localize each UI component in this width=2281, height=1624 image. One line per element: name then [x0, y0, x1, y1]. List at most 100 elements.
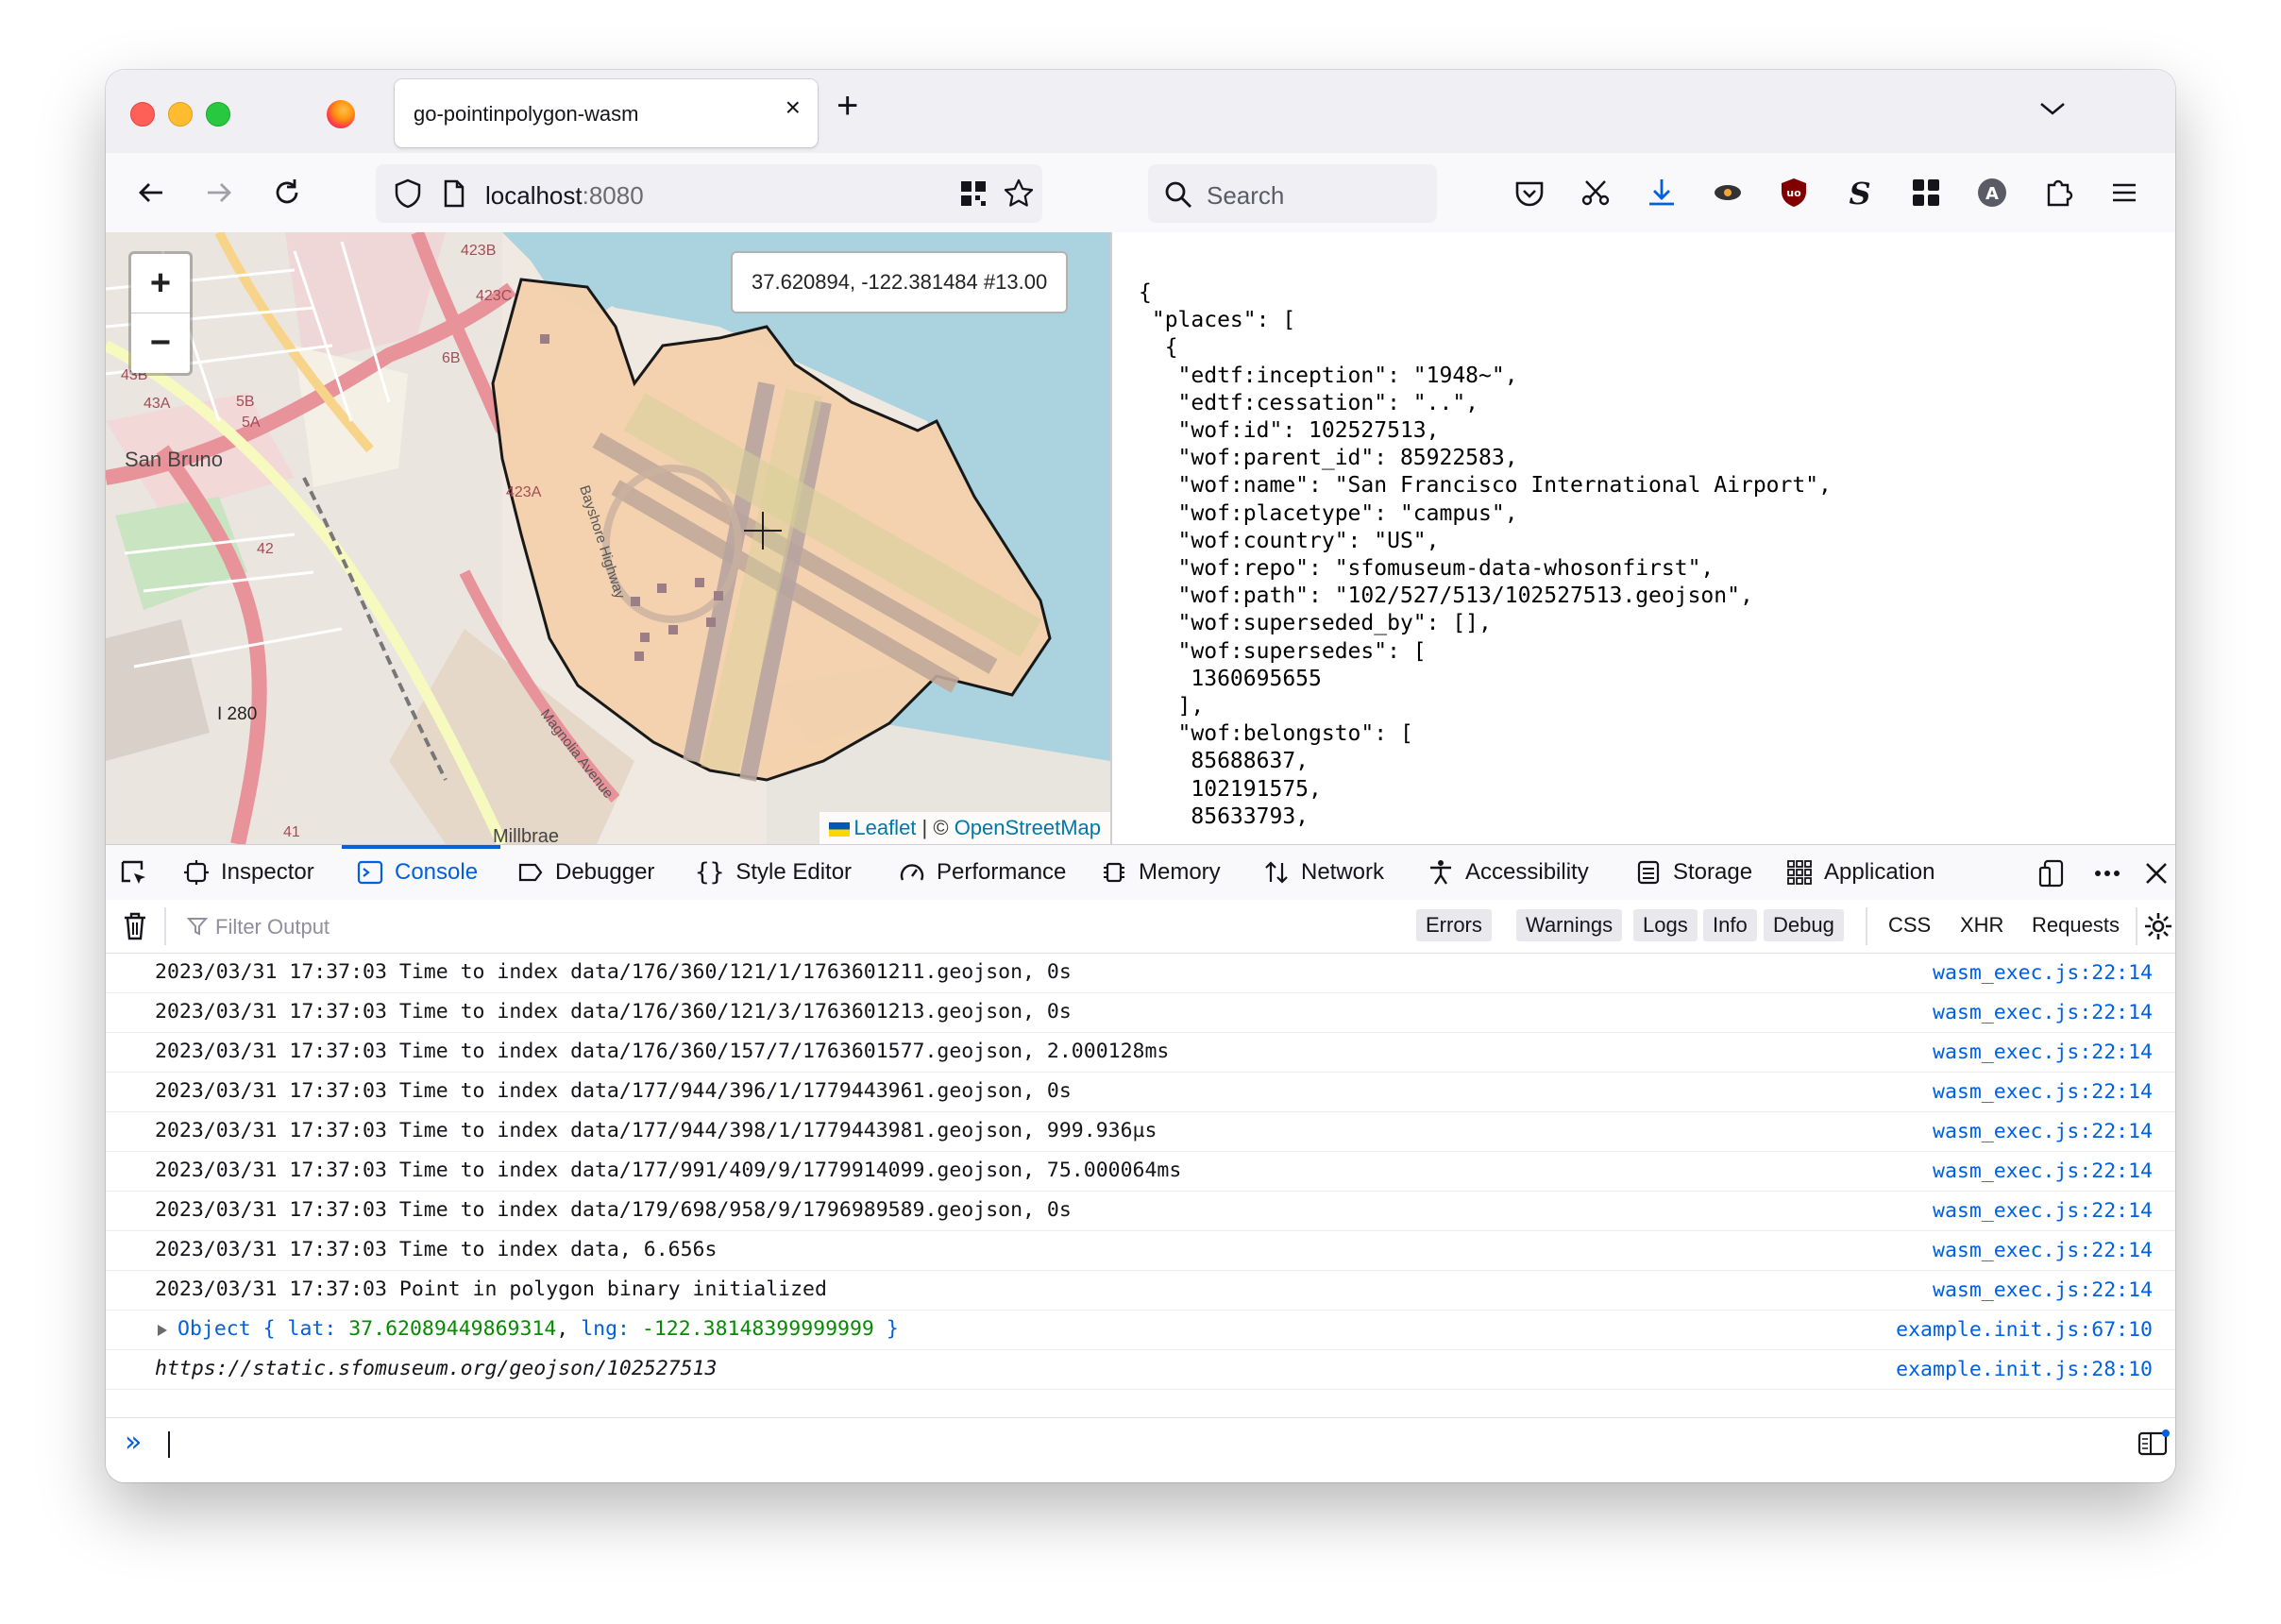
- road-label-i280: I 280: [217, 704, 257, 724]
- tab-application[interactable]: Application: [1786, 845, 1935, 900]
- trash-icon[interactable]: [121, 911, 149, 941]
- log-message: 2023/03/31 17:37:03 Time to index data/1…: [155, 1119, 1157, 1142]
- qr-code-icon[interactable]: [959, 179, 988, 208]
- close-devtools-icon[interactable]: [2141, 858, 2171, 888]
- map-attribution: Leaflet | © OpenStreetMap: [819, 812, 1110, 844]
- log-source-link[interactable]: wasm_exec.js:22:14: [1933, 1278, 2153, 1302]
- log-source-link[interactable]: example.init.js:67:10: [1896, 1318, 2153, 1342]
- close-window-button[interactable]: [130, 102, 155, 127]
- maximize-window-button[interactable]: [206, 102, 230, 127]
- exit-label-41: 41: [283, 824, 300, 840]
- tab-close-button[interactable]: ×: [786, 94, 801, 121]
- extensions-puzzle-icon[interactable]: [2041, 176, 2075, 210]
- filter-requests-button[interactable]: Requests: [2032, 909, 2120, 941]
- s-extension-icon[interactable]: S: [1843, 176, 1877, 210]
- url-text[interactable]: localhost:8080: [485, 181, 644, 211]
- exit-label-42: 42: [257, 541, 274, 557]
- filter-info-button[interactable]: Info: [1703, 909, 1757, 941]
- console-input-row[interactable]: »: [106, 1417, 2175, 1471]
- log-source-link[interactable]: wasm_exec.js:22:14: [1933, 961, 2153, 985]
- search-bar[interactable]: Search: [1148, 164, 1437, 223]
- back-arrow-icon[interactable]: [134, 176, 168, 210]
- svg-text:A: A: [1985, 184, 1999, 204]
- tab-storage[interactable]: Storage: [1635, 845, 1752, 900]
- screenshot-icon[interactable]: [1579, 176, 1613, 210]
- ublock-icon[interactable]: uo: [1777, 176, 1811, 210]
- filter-debug-button[interactable]: Debug: [1764, 909, 1844, 941]
- object-preview[interactable]: Object { lat: 37.62089449869314, lng: -1…: [177, 1317, 899, 1341]
- download-icon[interactable]: [1645, 176, 1679, 210]
- filter-input[interactable]: Filter Output: [215, 915, 329, 939]
- tab-label: Style Editor: [735, 859, 853, 885]
- exit-label-5b: 5B: [236, 394, 255, 410]
- bookmark-star-icon[interactable]: [1003, 178, 1035, 210]
- json-output: { "places": [ { "edtf:inception": "1948~…: [1139, 280, 1832, 829]
- account-avatar-icon[interactable]: A: [1975, 176, 2009, 210]
- search-icon: [1165, 181, 1191, 208]
- tab-network[interactable]: Network: [1263, 845, 1384, 900]
- pocket-icon[interactable]: [1512, 176, 1546, 210]
- chevron-down-icon[interactable]: [2036, 94, 2070, 123]
- log-source-link[interactable]: example.init.js:28:10: [1896, 1358, 2153, 1381]
- expand-triangle-icon[interactable]: [157, 1324, 168, 1337]
- browser-window: go-pointinpolygon-wasm × + localhost:808…: [106, 70, 2175, 1482]
- memory-chip-icon: [1104, 862, 1124, 883]
- log-source-link[interactable]: wasm_exec.js:22:14: [1933, 1040, 2153, 1064]
- hamburger-menu-icon[interactable]: [2107, 176, 2141, 210]
- log-source-link[interactable]: wasm_exec.js:22:14: [1933, 1001, 2153, 1024]
- log-row: 2023/03/31 17:37:03 Time to index data/1…: [106, 1111, 2175, 1152]
- more-options-icon[interactable]: [2092, 858, 2122, 888]
- log-row: 2023/03/31 17:37:03 Time to index data/1…: [106, 953, 2175, 993]
- extension-eye-icon[interactable]: [1711, 176, 1745, 210]
- filter-warnings-button[interactable]: Warnings: [1516, 909, 1623, 941]
- console-input-caret[interactable]: [168, 1431, 170, 1458]
- log-source-link[interactable]: wasm_exec.js:22:14: [1933, 1080, 2153, 1104]
- tab-debugger[interactable]: Debugger: [517, 845, 654, 900]
- log-source-link[interactable]: wasm_exec.js:22:14: [1933, 1239, 2153, 1262]
- element-picker-icon[interactable]: [119, 858, 149, 888]
- svg-text:uo: uo: [1786, 187, 1801, 199]
- object-log-row[interactable]: Object { lat: 37.62089449869314, lng: -1…: [106, 1310, 2175, 1350]
- filter-css-button[interactable]: CSS: [1888, 909, 1931, 941]
- filter-xhr-button[interactable]: XHR: [1960, 909, 2003, 941]
- apps-grid-icon[interactable]: [1909, 176, 1943, 210]
- tab-title: go-pointinpolygon-wasm: [414, 102, 639, 126]
- openstreetmap-link[interactable]: OpenStreetMap: [955, 816, 1101, 839]
- shield-icon[interactable]: [393, 178, 423, 210]
- reload-icon[interactable]: [270, 176, 304, 210]
- address-bar[interactable]: localhost:8080: [376, 164, 1042, 223]
- log-source-link[interactable]: wasm_exec.js:22:14: [1933, 1120, 2153, 1143]
- new-tab-button[interactable]: +: [836, 87, 858, 125]
- filter-logs-button[interactable]: Logs: [1633, 909, 1698, 941]
- minimize-window-button[interactable]: [168, 102, 193, 127]
- tab-console[interactable]: Console: [357, 845, 478, 900]
- editor-mode-icon[interactable]: [2137, 1429, 2170, 1458]
- log-row: https://static.sfomuseum.org/geojson/102…: [106, 1349, 2175, 1390]
- tab-inspector[interactable]: Inspector: [183, 845, 314, 900]
- gear-icon[interactable]: [2143, 911, 2173, 941]
- tab-style-editor[interactable]: {} Style Editor: [695, 845, 852, 900]
- map-tiles[interactable]: San Bruno I 280 Millbrae 423B 423C 423A …: [106, 232, 1110, 844]
- search-placeholder: Search: [1207, 181, 1285, 210]
- zoom-out-button[interactable]: −: [131, 313, 190, 372]
- exit-label-423b: 423B: [461, 243, 496, 259]
- exit-label-6b: 6B: [442, 350, 461, 366]
- filter-errors-button[interactable]: Errors: [1416, 909, 1492, 941]
- object-lat-value: 37.62089449869314: [348, 1317, 557, 1341]
- zoom-in-button[interactable]: +: [131, 254, 190, 313]
- url-host: localhost: [485, 181, 583, 210]
- tab-active[interactable]: go-pointinpolygon-wasm ×: [395, 79, 818, 147]
- leaflet-link[interactable]: Leaflet: [853, 816, 916, 839]
- log-source-link[interactable]: wasm_exec.js:22:14: [1933, 1199, 2153, 1223]
- tab-performance[interactable]: Performance: [899, 845, 1066, 900]
- page-content: San Bruno I 280 Millbrae 423B 423C 423A …: [106, 232, 2175, 844]
- ukraine-flag-icon: [829, 821, 851, 837]
- console-filter-bar: Filter Output Errors Warnings Logs Info …: [106, 900, 2175, 954]
- leaflet-map[interactable]: San Bruno I 280 Millbrae 423B 423C 423A …: [106, 232, 1112, 844]
- forward-arrow-icon[interactable]: [202, 176, 236, 210]
- responsive-design-icon[interactable]: [2037, 858, 2068, 888]
- tab-memory[interactable]: Memory: [1101, 845, 1221, 900]
- page-icon[interactable]: [442, 179, 466, 208]
- log-source-link[interactable]: wasm_exec.js:22:14: [1933, 1159, 2153, 1183]
- tab-accessibility[interactable]: Accessibility: [1428, 845, 1589, 900]
